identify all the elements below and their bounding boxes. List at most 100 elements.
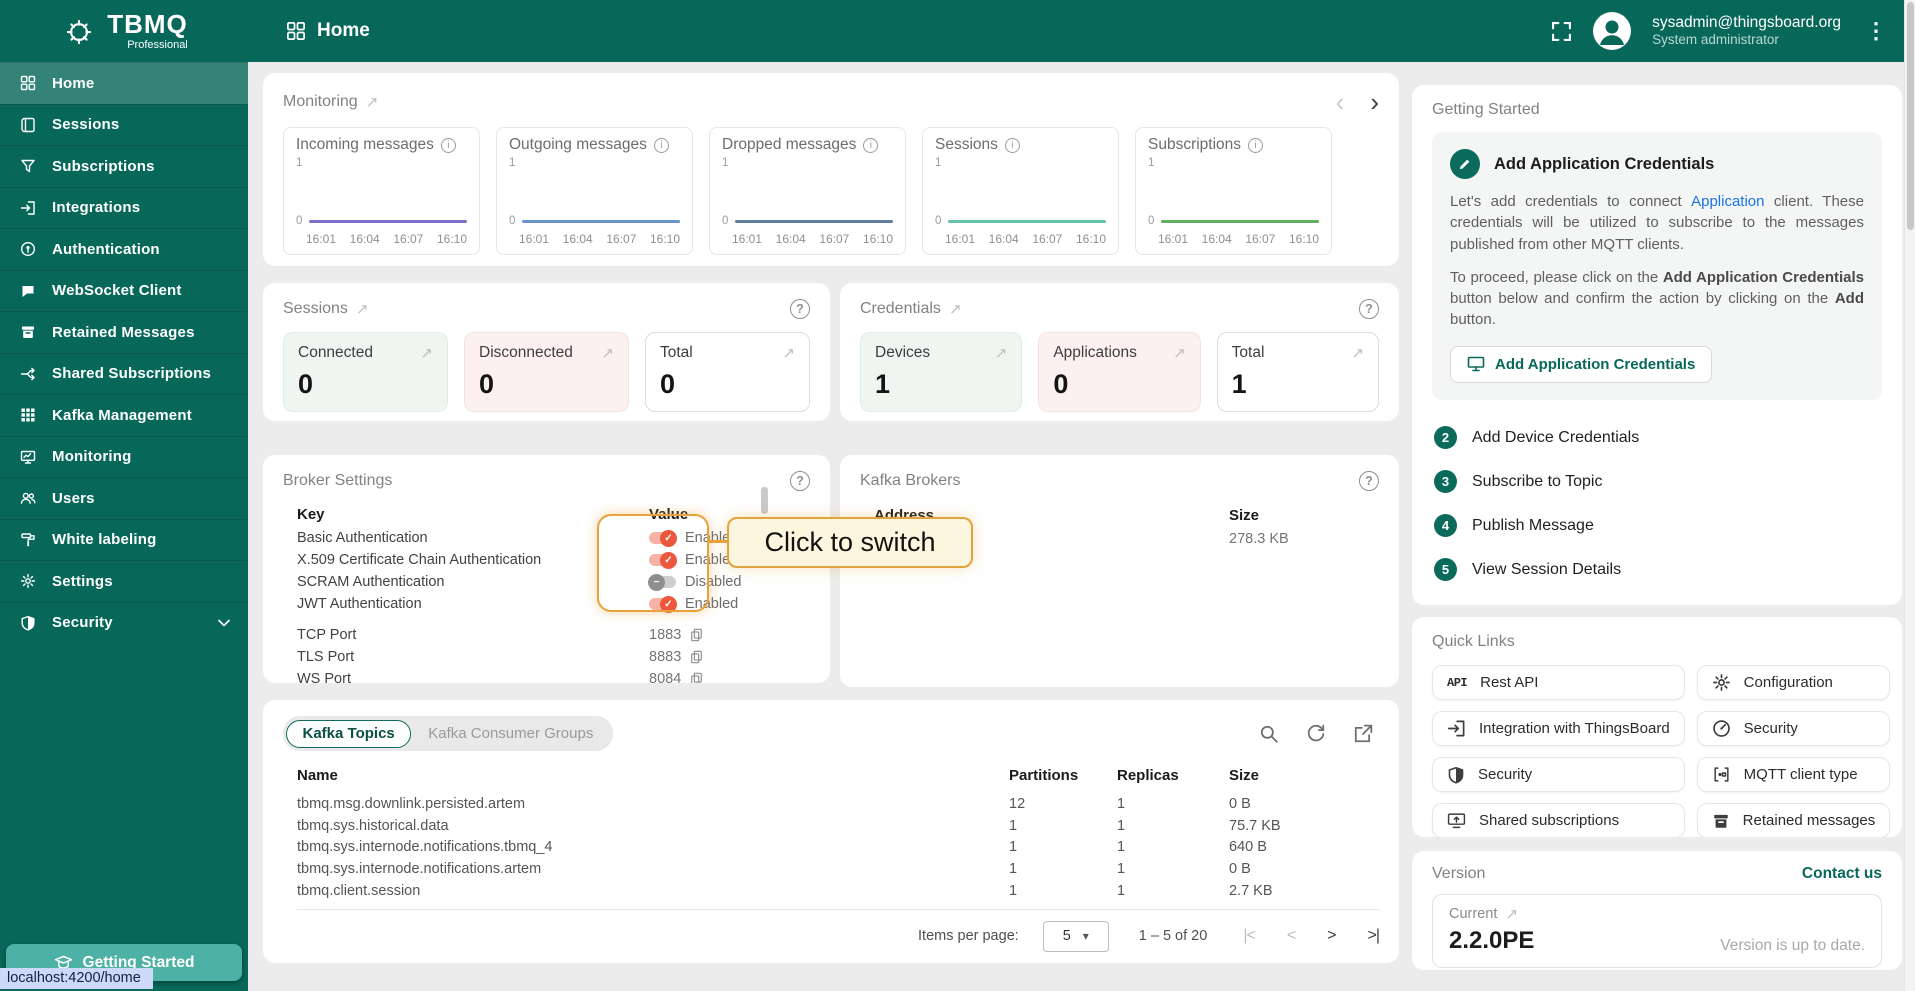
auth-toggle[interactable] [649, 576, 676, 588]
quick-link-security[interactable]: Security [1432, 757, 1685, 792]
x-tick: 16:04 [776, 232, 806, 246]
tab-kafka-consumer-groups[interactable]: Kafka Consumer Groups [411, 719, 610, 748]
column-header-partitions: Partitions [1009, 767, 1117, 784]
help-icon[interactable]: ? [790, 471, 810, 491]
user-info[interactable]: sysadmin@thingsboard.org System administ… [1652, 13, 1841, 49]
page-size-select[interactable]: 5 ▾ [1043, 921, 1109, 952]
info-icon[interactable]: i [654, 138, 669, 153]
add-application-credentials-button[interactable]: Add Application Credentials [1450, 346, 1712, 383]
open-link-icon: ↗ [601, 344, 614, 362]
getting-started-step[interactable]: 5 View Session Details [1432, 548, 1882, 592]
sidebar-item-subscriptions[interactable]: Subscriptions [0, 145, 248, 187]
carousel-prev-icon[interactable]: ‹ [1336, 89, 1345, 115]
sidebar-item-kafka-management[interactable]: Kafka Management [0, 394, 248, 436]
sidebar-item-home[interactable]: Home [0, 62, 248, 104]
sidebar-item-settings[interactable]: Settings [0, 560, 248, 602]
app-logo[interactable]: TBMQ Professional [0, 0, 248, 62]
stat-tile[interactable]: Total ↗ 0 [645, 332, 810, 412]
user-role: System administrator [1652, 32, 1841, 49]
mini-chart-card[interactable]: Dropped messages i 1 0 16:01 16:04 16:07… [709, 127, 906, 255]
open-link-icon[interactable]: ↗ [356, 300, 369, 318]
current-version-tile[interactable]: Current ↗ 2.2.0PE Version is up to date. [1432, 894, 1882, 968]
open-link-icon: ↗ [782, 344, 795, 362]
copy-icon[interactable] [690, 650, 703, 664]
sidebar-item-label: Retained Messages [52, 324, 195, 341]
chart-line [522, 220, 680, 223]
sidebar-item-shared-subscriptions[interactable]: Shared Subscriptions [0, 353, 248, 395]
info-icon[interactable]: i [863, 138, 878, 153]
sidebar-item-authentication[interactable]: Authentication [0, 228, 248, 270]
auth-toggle[interactable] [649, 532, 676, 544]
stat-tile[interactable]: Connected ↗ 0 [283, 332, 448, 412]
table-row[interactable]: tbmq.sys.internode.notifications.artem 1… [297, 858, 1379, 880]
kebab-menu-icon[interactable]: ⋮ [1861, 18, 1891, 44]
info-icon[interactable]: i [1005, 138, 1020, 153]
setting-key: SCRAM Authentication [297, 574, 649, 590]
open-link-icon[interactable]: ↗ [949, 300, 962, 318]
table-row[interactable]: tbmq.sys.internode.notifications.tbmq_4 … [297, 837, 1379, 859]
stat-tile[interactable]: Devices ↗ 1 [860, 332, 1022, 412]
search-icon[interactable] [1259, 724, 1279, 744]
quick-link-rest-api[interactable]: API Rest API [1432, 665, 1685, 700]
book-icon [19, 117, 37, 133]
sidebar-item-users[interactable]: Users [0, 477, 248, 519]
mini-chart-card[interactable]: Subscriptions i 1 0 16:01 16:04 16:07 16… [1135, 127, 1332, 255]
help-icon[interactable]: ? [1359, 299, 1379, 319]
info-icon[interactable]: i [1248, 138, 1263, 153]
avatar[interactable] [1592, 11, 1632, 51]
application-link[interactable]: Application [1691, 193, 1764, 210]
mini-chart-card[interactable]: Incoming messages i 1 0 16:01 16:04 16:0… [283, 127, 480, 255]
last-page-button[interactable]: >| [1368, 927, 1380, 945]
sidebar-item-security[interactable]: Security [0, 602, 248, 644]
carousel-next-icon[interactable]: › [1370, 89, 1379, 115]
getting-started-step[interactable]: 3 Subscribe to Topic [1432, 460, 1882, 504]
quick-link-retained-messages[interactable]: Retained messages [1697, 803, 1891, 837]
table-row[interactable]: tbmq.msg.downlink.persisted.artem 12 1 0… [297, 793, 1379, 815]
help-icon[interactable]: ? [1359, 471, 1379, 491]
port-value: 1883 [649, 627, 681, 643]
sidebar-item-retained-messages[interactable]: Retained Messages [0, 311, 248, 353]
help-icon[interactable]: ? [790, 299, 810, 319]
quick-link-performance-tests[interactable]: Security [1697, 711, 1891, 746]
quick-link-configuration[interactable]: Configuration [1697, 665, 1891, 700]
first-page-button[interactable]: |< [1243, 927, 1255, 945]
refresh-icon[interactable] [1306, 724, 1326, 744]
auth-toggle[interactable] [649, 554, 676, 566]
sessions-card-title: Sessions [283, 300, 348, 318]
fullscreen-icon[interactable] [1551, 21, 1572, 42]
sidebar-item-label: WebSocket Client [52, 282, 182, 299]
mini-chart-card[interactable]: Sessions i 1 0 16:01 16:04 16:07 16:10 [922, 127, 1119, 255]
sidebar-item-integrations[interactable]: Integrations [0, 187, 248, 229]
sidebar-item-white-labeling[interactable]: White labeling [0, 519, 248, 561]
quick-link-integration-thingsboard[interactable]: Integration with ThingsBoard [1432, 711, 1685, 746]
open-in-new-icon[interactable] [1353, 724, 1373, 744]
x-tick: 16:04 [989, 232, 1019, 246]
page-scrollbar[interactable] [1904, 0, 1915, 991]
quick-link-shared-subscriptions[interactable]: Shared subscriptions [1432, 803, 1685, 837]
table-row[interactable]: tbmq.sys.historical.data 1 1 75.7 KB [297, 815, 1379, 837]
chart-line [309, 220, 467, 223]
scrollbar-thumb[interactable] [761, 487, 768, 514]
getting-started-step[interactable]: 2 Add Device Credentials [1432, 416, 1882, 460]
page-scrollbar-thumb[interactable] [1907, 2, 1914, 230]
setting-key: TLS Port [297, 649, 649, 665]
getting-started-step[interactable]: 4 Publish Message [1432, 504, 1882, 548]
sidebar-item-monitoring[interactable]: Monitoring [0, 436, 248, 478]
mini-chart-card[interactable]: Outgoing messages i 1 0 16:01 16:04 16:0… [496, 127, 693, 255]
stat-tile[interactable]: Disconnected ↗ 0 [464, 332, 629, 412]
sidebar-item-websocket-client[interactable]: WebSocket Client [0, 270, 248, 312]
copy-icon[interactable] [690, 672, 703, 683]
next-page-button[interactable]: > [1327, 927, 1335, 945]
sidebar-item-sessions[interactable]: Sessions [0, 104, 248, 146]
tab-kafka-topics[interactable]: Kafka Topics [286, 720, 411, 748]
open-link-icon[interactable]: ↗ [366, 93, 379, 111]
stat-tile[interactable]: Applications ↗ 0 [1038, 332, 1200, 412]
auth-toggle[interactable] [649, 598, 676, 610]
copy-icon[interactable] [690, 628, 703, 642]
quick-link-mqtt-client-type[interactable]: MQTT client type [1697, 757, 1891, 792]
prev-page-button[interactable]: < [1287, 927, 1295, 945]
info-icon[interactable]: i [441, 138, 456, 153]
table-row[interactable]: tbmq.client.session 1 1 2.7 KB [297, 880, 1379, 902]
stat-tile[interactable]: Total ↗ 1 [1217, 332, 1379, 412]
contact-us-link[interactable]: Contact us [1802, 865, 1882, 883]
